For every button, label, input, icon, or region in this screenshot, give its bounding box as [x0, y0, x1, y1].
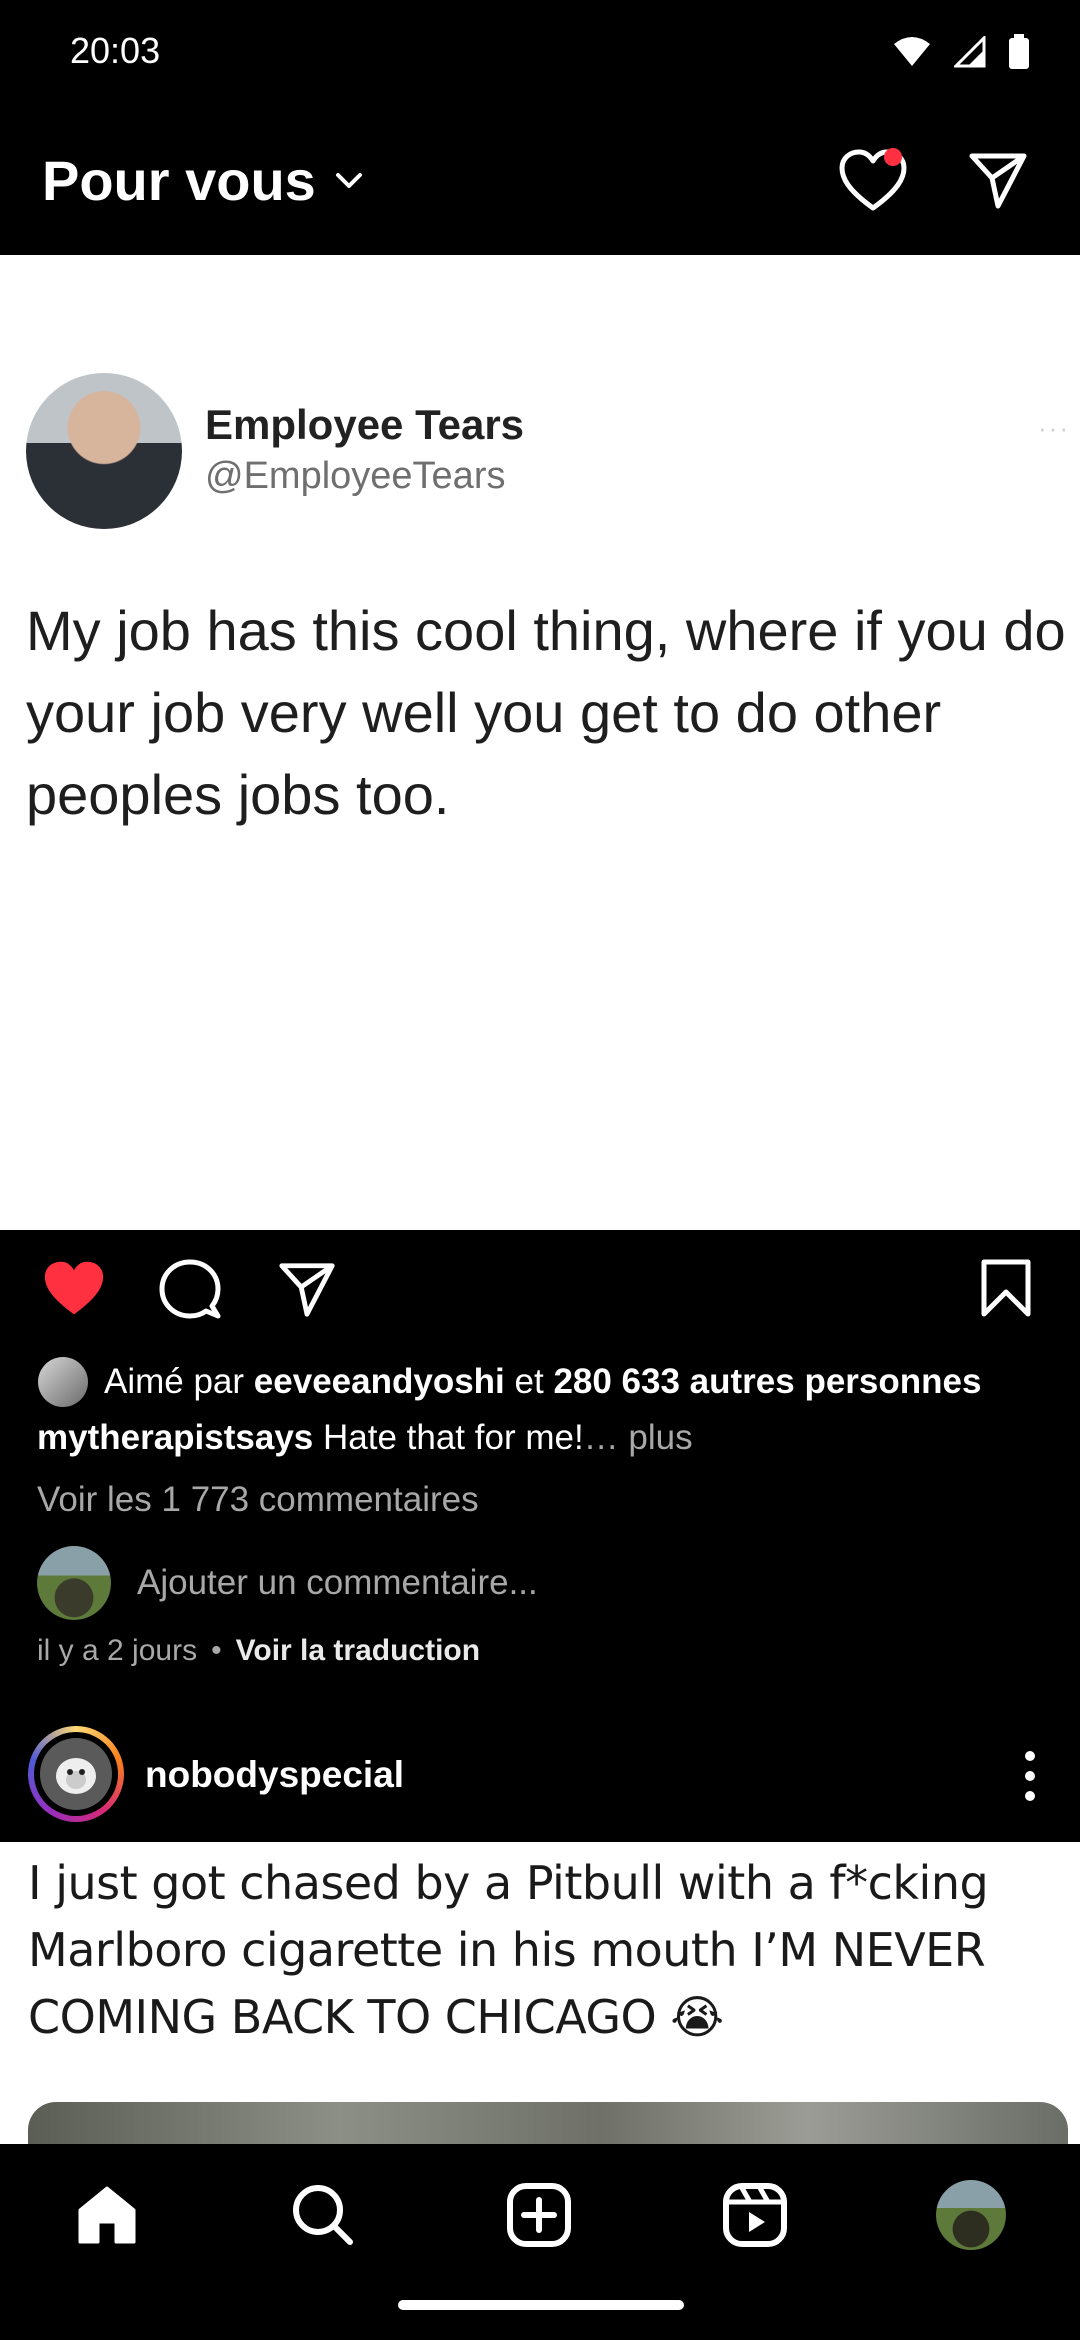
wifi-icon — [894, 37, 930, 66]
story-ring[interactable] — [28, 1726, 124, 1822]
add-comment-row — [37, 1545, 1057, 1621]
post2-image[interactable]: I just got chased by a Pitbull with a f*… — [0, 1842, 1080, 2144]
more-vertical-icon — [1025, 1751, 1035, 1801]
nav-reels[interactable] — [722, 2182, 788, 2253]
post-timestamp: il y a 2 jours — [37, 1634, 198, 1667]
cellular-signal-icon — [954, 36, 986, 68]
liker-username[interactable]: eeveeandyoshi — [254, 1362, 505, 1401]
tweet-author-name: Employee Tears — [205, 401, 525, 448]
battery-icon — [1009, 34, 1029, 69]
feed-selector[interactable]: Pour vous — [42, 148, 364, 213]
heart-icon — [839, 148, 907, 211]
direct-messages-button[interactable] — [966, 148, 1030, 217]
add-post-icon — [507, 2183, 571, 2247]
post2-username[interactable]: nobodyspecial — [145, 1754, 404, 1796]
translate-link[interactable]: Voir la traduction — [236, 1634, 480, 1668]
post2-photo — [28, 2102, 1068, 2144]
status-bar: 20:03 — [0, 0, 1080, 110]
story-ring-gap — [34, 1732, 118, 1816]
share-button[interactable] — [276, 1258, 338, 1325]
nav-create[interactable] — [506, 2182, 572, 2253]
comment-icon — [159, 1259, 221, 1319]
post2-more-button[interactable] — [1020, 1746, 1040, 1811]
send-icon — [969, 153, 1027, 209]
current-user-avatar — [37, 1546, 111, 1620]
home-indicator[interactable] — [398, 2300, 684, 2310]
sheep-avatar-icon — [56, 1758, 96, 1794]
feed-title: Pour vous — [42, 149, 316, 212]
meta-separator: • — [211, 1634, 222, 1667]
caption-more-link[interactable]: … plus — [584, 1418, 693, 1457]
liked-by-joiner: et — [514, 1362, 544, 1401]
nav-home[interactable] — [74, 2182, 140, 2253]
chevron-down-icon — [335, 172, 362, 188]
save-button[interactable] — [980, 1258, 1032, 1323]
post-image-tweet[interactable]: Employee Tears @EmployeeTears ··· My job… — [0, 255, 1080, 1230]
likes-count[interactable]: 280 633 autres personnes — [553, 1362, 981, 1401]
like-button[interactable] — [40, 1258, 108, 1325]
nav-search[interactable] — [290, 2182, 356, 2253]
heart-filled-icon — [44, 1261, 104, 1315]
tweet-author-avatar — [26, 373, 182, 529]
post-actions — [0, 1230, 1080, 1350]
notifications-button[interactable] — [838, 148, 908, 219]
comment-button[interactable] — [158, 1258, 222, 1327]
nav-profile[interactable] — [936, 2180, 1006, 2250]
post2-author-avatar — [40, 1738, 112, 1810]
reels-icon — [723, 2183, 787, 2247]
post-meta: il y a 2 jours • Voir la traduction — [37, 1634, 480, 1668]
status-time: 20:03 — [70, 30, 161, 71]
liker-avatar — [38, 1357, 88, 1407]
bookmark-icon — [981, 1259, 1031, 1317]
bottom-navigation — [0, 2144, 1080, 2340]
post2-image-text: I just got chased by a Pitbull with a f*… — [28, 1856, 989, 2044]
liked-by[interactable]: Aimé par eeveeandyoshi et 280 633 autres… — [38, 1352, 1058, 1412]
add-comment-input[interactable] — [137, 1563, 837, 1603]
caption-text: Hate that for me! — [323, 1418, 584, 1457]
view-comments-link[interactable]: Voir les 1 773 commentaires — [37, 1480, 479, 1520]
tweet-text: My job has this cool thing, where if you… — [26, 599, 1066, 826]
home-icon — [78, 2186, 136, 2244]
share-icon — [279, 1263, 335, 1317]
liked-by-prefix: Aimé par — [104, 1362, 245, 1401]
tweet-author-handle: @EmployeeTears — [205, 455, 506, 497]
status-icons — [892, 34, 1030, 70]
caption-username[interactable]: mytherapistsays — [37, 1418, 313, 1457]
post-caption: mytherapistsays Hate that for me!… plus — [37, 1418, 1057, 1458]
post2-header: nobodyspecial — [0, 1720, 1080, 1840]
top-app-bar: Pour vous — [0, 110, 1080, 255]
search-icon — [293, 2185, 353, 2245]
tweet-more-icon: ··· — [1038, 413, 1070, 443]
profile-avatar — [936, 2180, 1006, 2250]
